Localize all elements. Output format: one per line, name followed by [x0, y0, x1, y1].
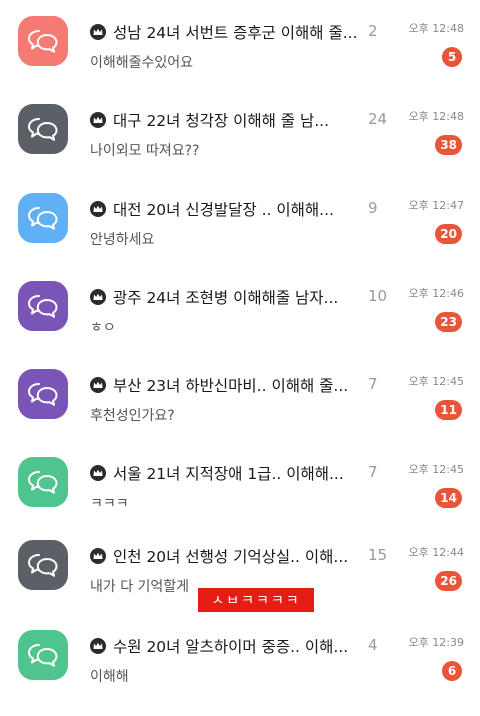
member-count: 7 — [368, 463, 378, 481]
message-time: 오후 12:39 — [408, 636, 464, 649]
unread-badge: 26 — [435, 571, 462, 591]
last-message: 후천성인가요? — [90, 408, 175, 424]
overlay-caption: ㅅㅂㅋㅋㅋㅋ — [198, 588, 314, 612]
crown-icon — [90, 201, 106, 217]
chat-room-avatar — [18, 104, 68, 154]
chat-room-avatar — [18, 193, 68, 243]
chat-room-title: 부산 23녀 하반신마비.. 이해해 줄... — [113, 377, 349, 395]
unread-badge: 38 — [435, 135, 462, 155]
chat-room-avatar — [18, 457, 68, 507]
chat-room-item[interactable]: 광주 24녀 조현병 이해해줄 남자... 10 ㅎㅇ 오후 12:46 23 — [0, 281, 480, 367]
speech-bubbles-icon — [28, 471, 58, 494]
chat-room-item[interactable]: 수원 20녀 알츠하이머 중증.. 이해... 4 이해해 오후 12:39 6 — [0, 630, 480, 716]
speech-bubbles-icon — [28, 118, 58, 141]
member-count: 2 — [368, 22, 378, 40]
chat-room-title: 서울 21녀 지적장애 1급.. 이해해... — [113, 465, 344, 483]
message-time: 오후 12:48 — [408, 110, 464, 123]
unread-badge: 23 — [435, 312, 462, 332]
last-message: 안녕하세요 — [90, 232, 155, 248]
chat-room-item[interactable]: 성남 24녀 서번트 증후군 이해해 줄... 2 이해해줄수있어요 오후 12… — [0, 16, 480, 102]
unread-badge: 5 — [442, 47, 462, 67]
unread-badge: 6 — [442, 661, 462, 681]
chat-room-avatar — [18, 630, 68, 680]
chat-room-avatar — [18, 16, 68, 66]
chat-room-title: 광주 24녀 조현병 이해해줄 남자... — [113, 289, 339, 307]
chat-room-title: 인천 20녀 선행성 기억상실.. 이해... — [113, 548, 349, 566]
chat-room-title: 성남 24녀 서번트 증후군 이해해 줄... — [113, 24, 358, 42]
last-message: 내가 다 기억할게 — [90, 579, 190, 595]
last-message: ㅎㅇ — [90, 320, 116, 336]
last-message: 이해해줄수있어요 — [90, 55, 194, 71]
chat-room-avatar — [18, 540, 68, 590]
speech-bubbles-icon — [28, 207, 58, 230]
chat-room-item[interactable]: 대전 20녀 신경발달장 .. 이해해... 9 안녕하세요 오후 12:47 … — [0, 193, 480, 279]
speech-bubbles-icon — [28, 383, 58, 406]
chat-room-avatar — [18, 281, 68, 331]
chat-room-title: 대구 22녀 청각장 이해해 줄 남... — [113, 112, 329, 130]
crown-icon — [90, 24, 106, 40]
message-time: 오후 12:46 — [408, 287, 464, 300]
speech-bubbles-icon — [28, 30, 58, 53]
chat-room-item[interactable]: 대구 22녀 청각장 이해해 줄 남... 24 나이외모 따져요?? 오후 1… — [0, 104, 480, 190]
message-time: 오후 12:45 — [408, 375, 464, 388]
member-count: 24 — [368, 110, 388, 128]
member-count: 10 — [368, 287, 388, 305]
unread-badge: 20 — [435, 224, 462, 244]
crown-icon — [90, 548, 106, 564]
chat-room-item[interactable]: 인천 20녀 선행성 기억상실.. 이해... 15 내가 다 기억할게 오후 … — [0, 540, 480, 626]
member-count: 4 — [368, 636, 378, 654]
speech-bubbles-icon — [28, 644, 58, 667]
chat-room-title: 수원 20녀 알츠하이머 중증.. 이해... — [113, 638, 349, 656]
chat-room-item[interactable]: 부산 23녀 하반신마비.. 이해해 줄... 7 후천성인가요? 오후 12:… — [0, 369, 480, 455]
chat-room-title: 대전 20녀 신경발달장 .. 이해해... — [113, 201, 334, 219]
member-count: 9 — [368, 199, 378, 217]
chat-room-item[interactable]: 서울 21녀 지적장애 1급.. 이해해... 7 ㅋㅋㅋ 오후 12:45 1… — [0, 457, 480, 543]
crown-icon — [90, 465, 106, 481]
speech-bubbles-icon — [28, 295, 58, 318]
chat-room-avatar — [18, 369, 68, 419]
crown-icon — [90, 289, 106, 305]
last-message: 이해해 — [90, 669, 129, 685]
message-time: 오후 12:45 — [408, 463, 464, 476]
crown-icon — [90, 377, 106, 393]
crown-icon — [90, 638, 106, 654]
unread-badge: 11 — [435, 400, 462, 420]
last-message: ㅋㅋㅋ — [90, 496, 129, 512]
member-count: 7 — [368, 375, 378, 393]
unread-badge: 14 — [435, 488, 462, 508]
message-time: 오후 12:44 — [408, 546, 464, 559]
message-time: 오후 12:47 — [408, 199, 464, 212]
crown-icon — [90, 112, 106, 128]
member-count: 15 — [368, 546, 388, 564]
message-time: 오후 12:48 — [408, 22, 464, 35]
speech-bubbles-icon — [28, 554, 58, 577]
last-message: 나이외모 따져요?? — [90, 143, 200, 159]
